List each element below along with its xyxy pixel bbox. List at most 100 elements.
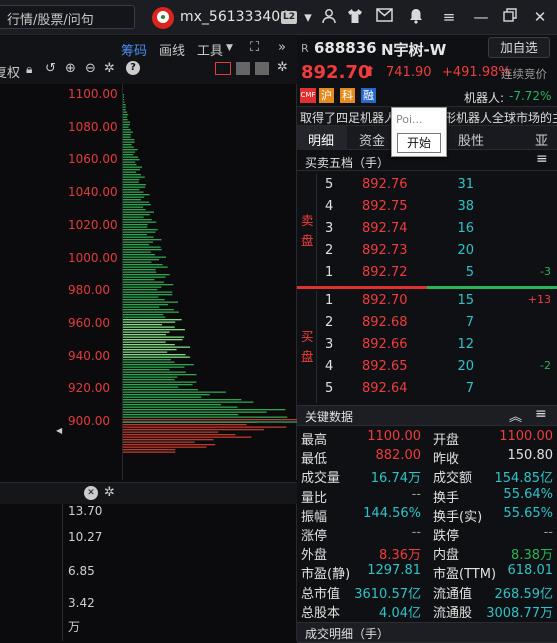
chip-bar [123, 249, 162, 251]
chip-bar [123, 314, 164, 316]
chip-bar [123, 351, 168, 353]
order-level-row[interactable]: 5 892.64 7 [297, 381, 557, 401]
chip-bar [123, 369, 170, 371]
chip-bar [123, 136, 131, 138]
buy-pressure-bar [427, 286, 557, 289]
double-chevron-right-icon[interactable]: » [278, 40, 286, 55]
chips-button[interactable]: 筹码 [121, 40, 147, 59]
key-label: 总市值 [301, 586, 341, 602]
start-popup: Poi... 开始 [391, 107, 447, 157]
chip-bar [123, 384, 193, 386]
order-level-price: 892.65 [362, 359, 408, 374]
tab-funds[interactable]: 资金 [359, 130, 385, 149]
order-level-row[interactable]: 2 892.73 20 [297, 243, 557, 263]
chip-bar [123, 319, 182, 321]
restore-rights-label[interactable]: 复权 [0, 62, 20, 81]
chip-bar [123, 446, 207, 448]
lock-icon[interactable]: 🔒︎ [26, 62, 32, 77]
help-icon[interactable]: ? [126, 61, 140, 75]
price-tick: 1100.00 [68, 87, 118, 101]
chip-bar [123, 109, 126, 111]
order-level-index: 4 [325, 199, 334, 214]
order-level-row[interactable]: 3 892.66 12 [297, 337, 557, 357]
draw-line-button[interactable]: 画线 [159, 40, 185, 59]
chip-bar [123, 381, 197, 383]
order-book-menu-icon[interactable]: ≡ [536, 151, 548, 167]
tab-more[interactable]: 亚 [535, 130, 548, 149]
key-data-row: 成交量 16.74万 成交额 154.85亿 [297, 467, 557, 486]
chevron-down-icon[interactable]: ▾ [299, 8, 317, 26]
gear-icon[interactable]: ✲ [104, 61, 115, 76]
chip-bar [123, 204, 151, 206]
key-value: 55.65% [503, 505, 553, 521]
chip-bar [123, 209, 146, 211]
tab-stock-nature[interactable]: 股性 [458, 130, 484, 149]
restore-icon[interactable] [501, 8, 519, 26]
shirt-icon[interactable] [346, 8, 364, 26]
chip-bar [123, 436, 252, 438]
undo-icon[interactable]: ↺ [45, 61, 56, 76]
chip-bar [123, 354, 186, 356]
tools-dropdown-icon[interactable]: ▼ [226, 43, 233, 53]
chip-bar [123, 144, 132, 146]
zoom-in-icon[interactable]: ⊕ [65, 61, 76, 76]
order-level-price: 892.68 [362, 315, 408, 330]
order-level-index: 4 [325, 359, 334, 374]
price-tick: 900.00 [68, 414, 110, 428]
close-panel-icon[interactable]: ✕ [84, 486, 98, 500]
chip-bar [123, 151, 136, 153]
order-level-index: 2 [325, 243, 334, 258]
badge-shanghai: 沪 [319, 88, 334, 103]
minimize-icon[interactable]: — [472, 8, 490, 26]
order-level-row[interactable]: 4 892.75 38 [297, 199, 557, 219]
order-level-volume: 5 [465, 265, 474, 280]
key-value: 3008.77万 [486, 605, 553, 621]
chip-bar [123, 344, 175, 346]
robot-sector-label[interactable]: 机器人: [464, 89, 504, 106]
close-icon[interactable]: ✕ [531, 8, 549, 26]
menu-icon[interactable]: ≡ [440, 8, 458, 26]
chip-bar [123, 259, 159, 261]
robot-sector-value[interactable]: -7.72% [509, 89, 551, 103]
avatar[interactable] [152, 7, 174, 29]
chip-bar [123, 326, 175, 328]
chip-bar [123, 334, 166, 336]
order-level-row[interactable]: 3 892.74 16 [297, 221, 557, 241]
username[interactable]: mx_561333404 [180, 9, 289, 25]
chip-bar [123, 386, 179, 388]
chip-bar [123, 214, 150, 216]
order-level-volume: 7 [465, 315, 474, 330]
order-level-row[interactable]: 2 892.68 7 [297, 315, 557, 335]
order-level-row[interactable]: 5 892.76 31 [297, 177, 557, 197]
key-value: 144.56% [363, 505, 421, 521]
order-level-row[interactable]: 4 892.65 20 -2 [297, 359, 557, 379]
search-input[interactable]: 行情/股票/问句 [0, 5, 135, 29]
start-button[interactable]: 开始 [397, 133, 441, 153]
chart-mode-icon[interactable] [215, 62, 231, 75]
chip-bar [123, 111, 128, 113]
tools-button[interactable]: 工具 [197, 40, 223, 59]
add-watchlist-button[interactable]: 加自选 [488, 37, 550, 58]
collapse-icon[interactable]: ︽ [509, 406, 522, 425]
fullscreen-icon[interactable]: ⛶ [250, 40, 259, 55]
chart-settings-icon[interactable]: ✲ [277, 60, 288, 75]
panel-settings-icon[interactable]: ✲ [104, 485, 115, 500]
mail-icon[interactable] [375, 8, 393, 26]
order-level-row[interactable]: 1 892.72 5 -3 [297, 265, 557, 285]
order-level-price: 892.76 [362, 177, 408, 192]
chip-bar [123, 99, 124, 101]
popup-input[interactable]: Poi... [396, 111, 440, 129]
key-label: 市盈(静) [301, 567, 351, 583]
key-label: 内盘 [433, 548, 460, 564]
chip-bar [123, 416, 288, 418]
tab-detail[interactable]: 明细 [308, 130, 334, 149]
key-data-header: 关键数据 ︽ ≡ [297, 405, 557, 426]
order-level-row[interactable]: 1 892.70 15 +13 [297, 293, 557, 313]
zoom-out-icon[interactable]: ⊖ [85, 61, 96, 76]
chip-bar [123, 396, 202, 398]
step-icon[interactable] [255, 62, 269, 75]
key-data-menu-icon[interactable]: ≡ [535, 406, 547, 422]
bell-icon[interactable] [407, 8, 425, 26]
play-icon[interactable] [236, 62, 250, 75]
user-icon[interactable] [320, 8, 338, 26]
